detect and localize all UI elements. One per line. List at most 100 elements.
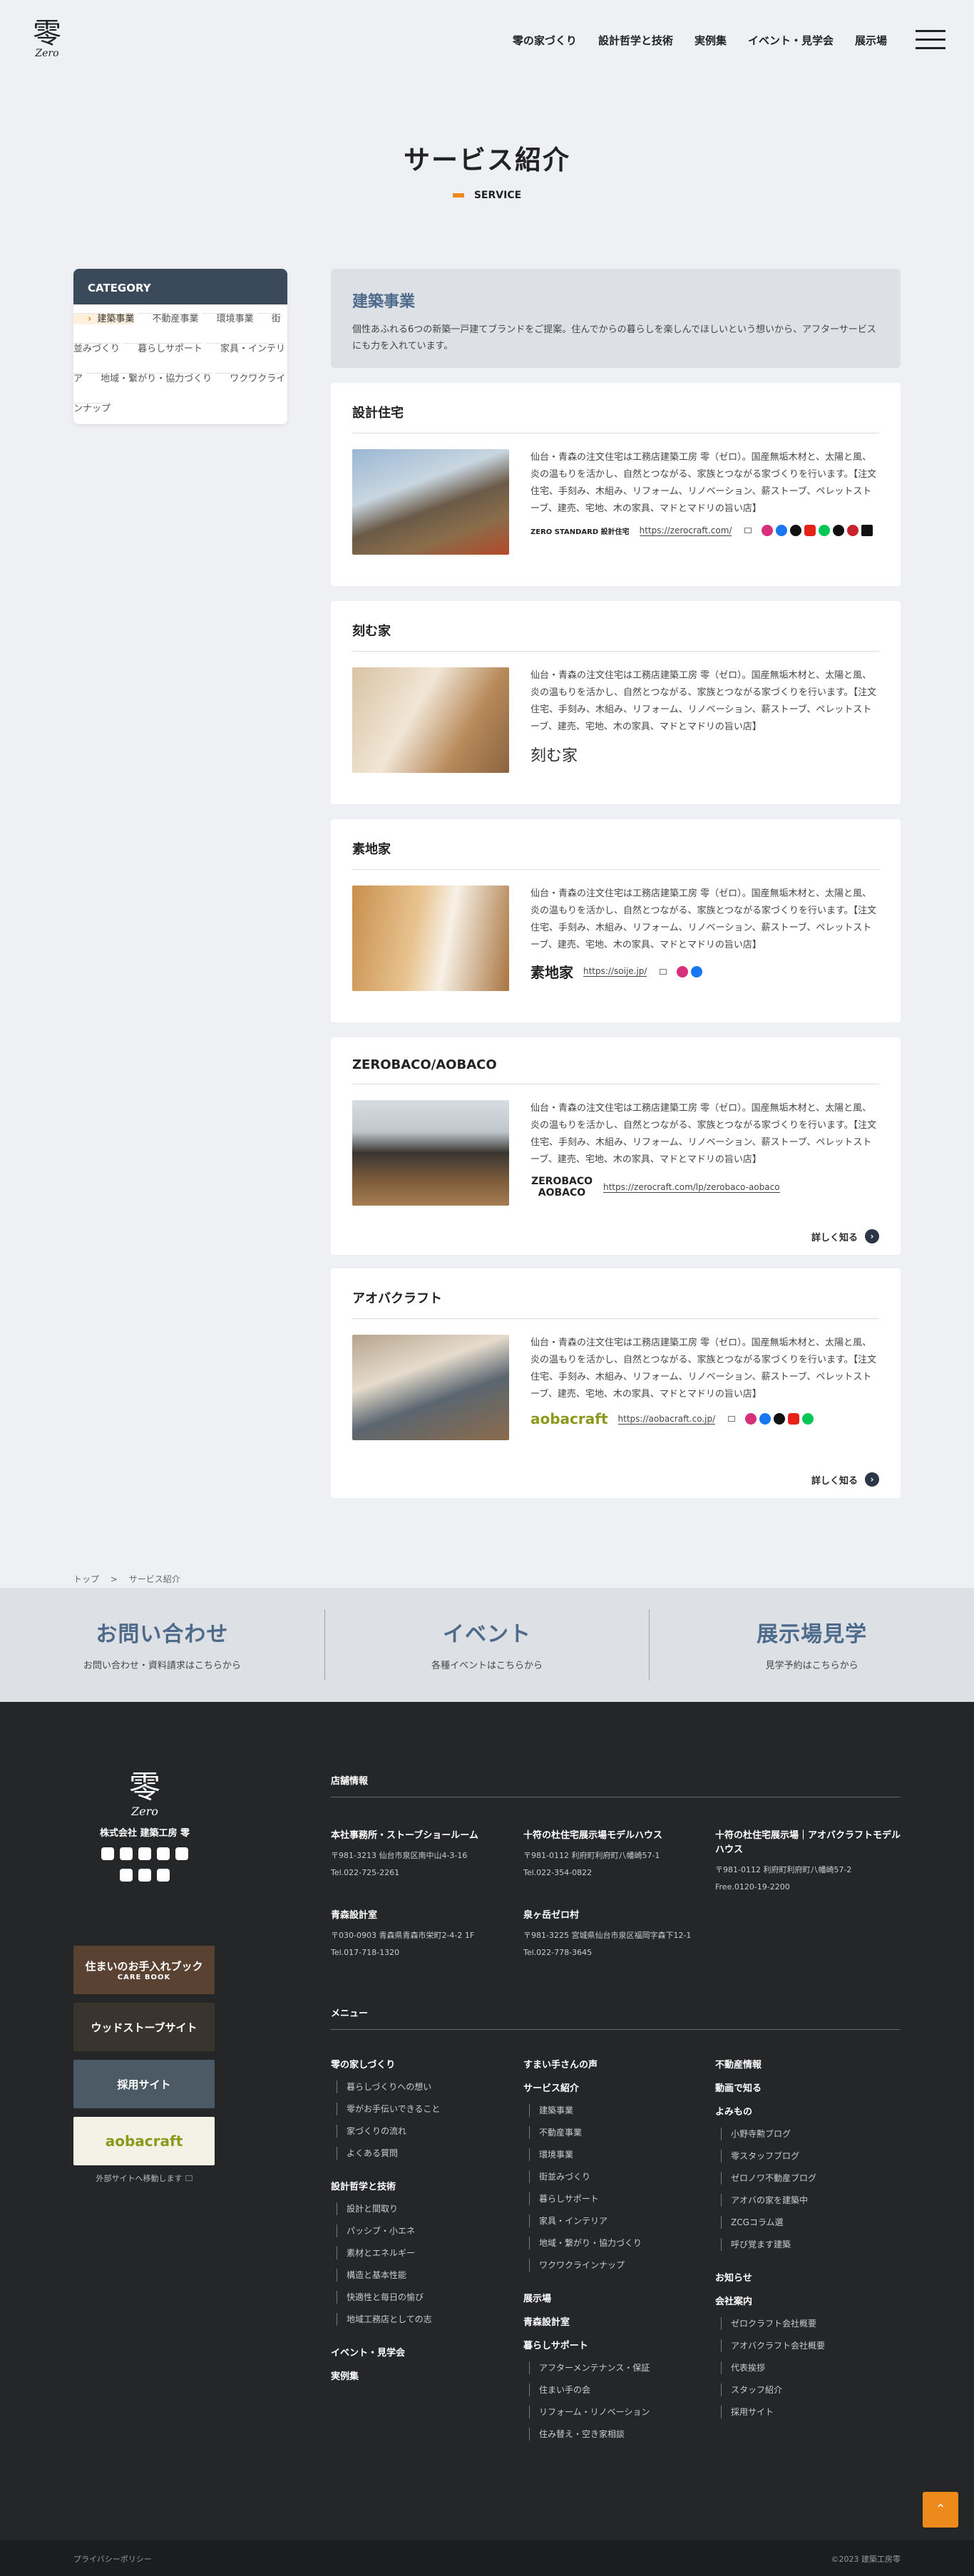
service-url-link[interactable]: https://zerocraft.com/: [639, 525, 732, 536]
footer-menu-item[interactable]: 建築事業: [529, 2104, 709, 2117]
footer-menu-heading[interactable]: お知らせ: [715, 2270, 901, 2284]
footer-menu-heading[interactable]: 実例集: [331, 2369, 516, 2382]
x-icon[interactable]: [120, 1869, 133, 1882]
footer-menu-item[interactable]: 零がお手伝いできること: [337, 2103, 516, 2115]
footer-menu-item[interactable]: 採用サイト: [721, 2406, 901, 2418]
banner-recruit[interactable]: 採用サイト: [73, 2060, 215, 2108]
cta-showroom[interactable]: 展示場見学 見学予約はこちらから: [650, 1609, 974, 1680]
footer-menu-item[interactable]: 環境事業: [529, 2148, 709, 2161]
footer-menu-item[interactable]: 快適性と毎日の愉び: [337, 2291, 516, 2304]
footer-menu-item[interactable]: アオバクラフト会社概要: [721, 2339, 901, 2352]
banner-woodstove[interactable]: ウッドストーブサイト: [73, 2003, 215, 2051]
footer-menu-item[interactable]: アフターメンテナンス・保証: [529, 2361, 709, 2374]
footer-menu-item[interactable]: 地域工務店としての志: [337, 2313, 516, 2326]
site-logo[interactable]: 零 Zero: [29, 19, 66, 58]
nav-item-ie-zukuri[interactable]: 零の家づくり: [513, 33, 577, 48]
sidebar-item-kurashi[interactable]: 暮らしサポート: [123, 343, 203, 354]
footer-menu-item[interactable]: 街並みづくり: [529, 2170, 709, 2183]
footer-menu-heading[interactable]: 青森設計室: [523, 2314, 709, 2328]
youtube-icon[interactable]: [804, 525, 816, 536]
instagram-icon[interactable]: [762, 525, 774, 536]
footer-menu-item[interactable]: 設計と間取り: [337, 2202, 516, 2215]
footer-menu-item[interactable]: 暮らしサポート: [529, 2192, 709, 2205]
footer-menu-item[interactable]: 住み替え・空き家相談: [529, 2428, 709, 2441]
footer-menu-item[interactable]: 代表挨拶: [721, 2361, 901, 2374]
footer-menu-heading[interactable]: 動画で知る: [715, 2080, 901, 2094]
line-icon[interactable]: [819, 525, 831, 536]
footer-menu-heading[interactable]: サービス紹介: [523, 2080, 709, 2094]
banner-aobacraft[interactable]: aobacraft: [73, 2117, 215, 2165]
footer-menu-heading[interactable]: 不動産情報: [715, 2057, 901, 2070]
youtube-icon[interactable]: [788, 1413, 800, 1425]
footer-menu-item[interactable]: ZCGコラム選: [721, 2216, 901, 2229]
instagram-icon[interactable]: [745, 1413, 757, 1425]
footer-menu-item[interactable]: 小野寺勲ブログ: [721, 2128, 901, 2140]
footer-menu-heading[interactable]: 展示場: [523, 2291, 709, 2304]
footer-menu-item[interactable]: 暮らしづくりへの想い: [337, 2080, 516, 2093]
service-url-link[interactable]: https://aobacraft.co.jp/: [617, 1414, 716, 1425]
footer-menu-heading[interactable]: 暮らしサポート: [523, 2338, 709, 2351]
nav-item-works[interactable]: 実例集: [694, 33, 727, 48]
footer-menu-heading[interactable]: すまい手さんの声: [523, 2057, 709, 2070]
x-icon[interactable]: [790, 525, 802, 536]
facebook-icon[interactable]: [759, 1413, 771, 1425]
facebook-icon[interactable]: [691, 965, 703, 977]
footer-menu-heading[interactable]: よみもの: [715, 2104, 901, 2118]
nav-item-design[interactable]: 設計哲学と技術: [598, 33, 673, 48]
sidebar-item-kenchiku[interactable]: 建築事業: [73, 313, 135, 324]
footer-menu-item[interactable]: 家づくりの流れ: [337, 2125, 516, 2138]
footer-menu-item[interactable]: リフォーム・リノベーション: [529, 2406, 709, 2418]
nav-item-events[interactable]: イベント・見学会: [748, 33, 834, 48]
pinterest-icon[interactable]: [847, 525, 859, 536]
footer-menu-heading[interactable]: 零の家しづくり: [331, 2057, 516, 2070]
external-link-icon: [728, 1416, 736, 1422]
footer-menu-item[interactable]: アオバの家を建築中: [721, 2194, 901, 2207]
houzz-icon[interactable]: [157, 1869, 170, 1882]
footer-menu-item[interactable]: ゼロクラフト会社概要: [721, 2317, 901, 2330]
sidebar-item-chiiki[interactable]: 地域・繋がり・協力づくり: [86, 373, 212, 384]
footer-menu-item[interactable]: 不動産事業: [529, 2126, 709, 2139]
footer-menu-heading[interactable]: イベント・見学会: [331, 2345, 516, 2359]
back-to-top-button[interactable]: ⌃: [923, 2492, 958, 2528]
facebook-icon[interactable]: [776, 525, 788, 536]
line-icon[interactable]: [175, 1847, 188, 1860]
footer-menu-item[interactable]: ゼロノワ不動産ブログ: [721, 2172, 901, 2185]
cta-event[interactable]: イベント 各種イベントはこちらから: [325, 1609, 650, 1680]
tiktok-icon[interactable]: [157, 1847, 170, 1860]
site-footer: 零 Zero 株式会社 建築工房 零 住まいのお手入れブック CARE BOOK …: [0, 1702, 974, 2576]
footer-menu-item[interactable]: 家具・インテリア: [529, 2215, 709, 2227]
breadcrumb-home[interactable]: トップ: [73, 1574, 99, 1584]
hamburger-menu-icon[interactable]: [916, 30, 945, 53]
footer-menu-item[interactable]: 住まい手の会: [529, 2383, 709, 2396]
learn-more-link[interactable]: 詳しく知る ›: [811, 1229, 879, 1243]
footer-menu-heading[interactable]: 設計哲学と技術: [331, 2179, 516, 2192]
service-url-link[interactable]: https://soije.jp/: [583, 966, 647, 977]
tiktok-icon[interactable]: [833, 525, 845, 536]
footer-menu-heading[interactable]: 会社案内: [715, 2294, 901, 2307]
footer-menu-item[interactable]: 素材とエネルギー: [337, 2247, 516, 2259]
pinterest-icon[interactable]: [138, 1869, 151, 1882]
instagram-icon[interactable]: [677, 965, 689, 977]
footer-menu-item[interactable]: 零スタッフブログ: [721, 2150, 901, 2162]
footer-menu-item[interactable]: 地域・繋がり・協力づくり: [529, 2237, 709, 2249]
footer-menu-item[interactable]: ワクワクラインナップ: [529, 2259, 709, 2272]
instagram-icon[interactable]: [120, 1847, 133, 1860]
footer-menu-item[interactable]: スタッフ紹介: [721, 2383, 901, 2396]
line-icon[interactable]: [802, 1413, 814, 1425]
houzz-icon[interactable]: [861, 525, 873, 536]
x-icon[interactable]: [774, 1413, 786, 1425]
sidebar-item-kankyo[interactable]: 環境事業: [202, 313, 254, 324]
cta-contact[interactable]: お問い合わせ お問い合わせ・資料請求はこちらから: [0, 1609, 325, 1680]
banner-care-book[interactable]: 住まいのお手入れブック CARE BOOK: [73, 1946, 215, 1994]
learn-more-link[interactable]: 詳しく知る ›: [811, 1472, 879, 1487]
sidebar-item-fudosan[interactable]: 不動産事業: [138, 313, 199, 324]
footer-menu-item[interactable]: 呼び覚ます建築: [721, 2238, 901, 2251]
nav-item-showroom[interactable]: 展示場: [855, 33, 887, 48]
service-url-link[interactable]: https://zerocraft.com/lp/zerobaco-aobaco: [603, 1182, 780, 1193]
youtube-icon[interactable]: [138, 1847, 151, 1860]
privacy-policy-link[interactable]: プライバシーポリシー: [73, 2553, 152, 2565]
footer-menu-item[interactable]: 構造と基本性能: [337, 2269, 516, 2282]
facebook-icon[interactable]: [101, 1847, 114, 1860]
footer-menu-item[interactable]: パッシブ・小エネ: [337, 2225, 516, 2237]
footer-menu-item[interactable]: よくある質問: [337, 2147, 516, 2160]
